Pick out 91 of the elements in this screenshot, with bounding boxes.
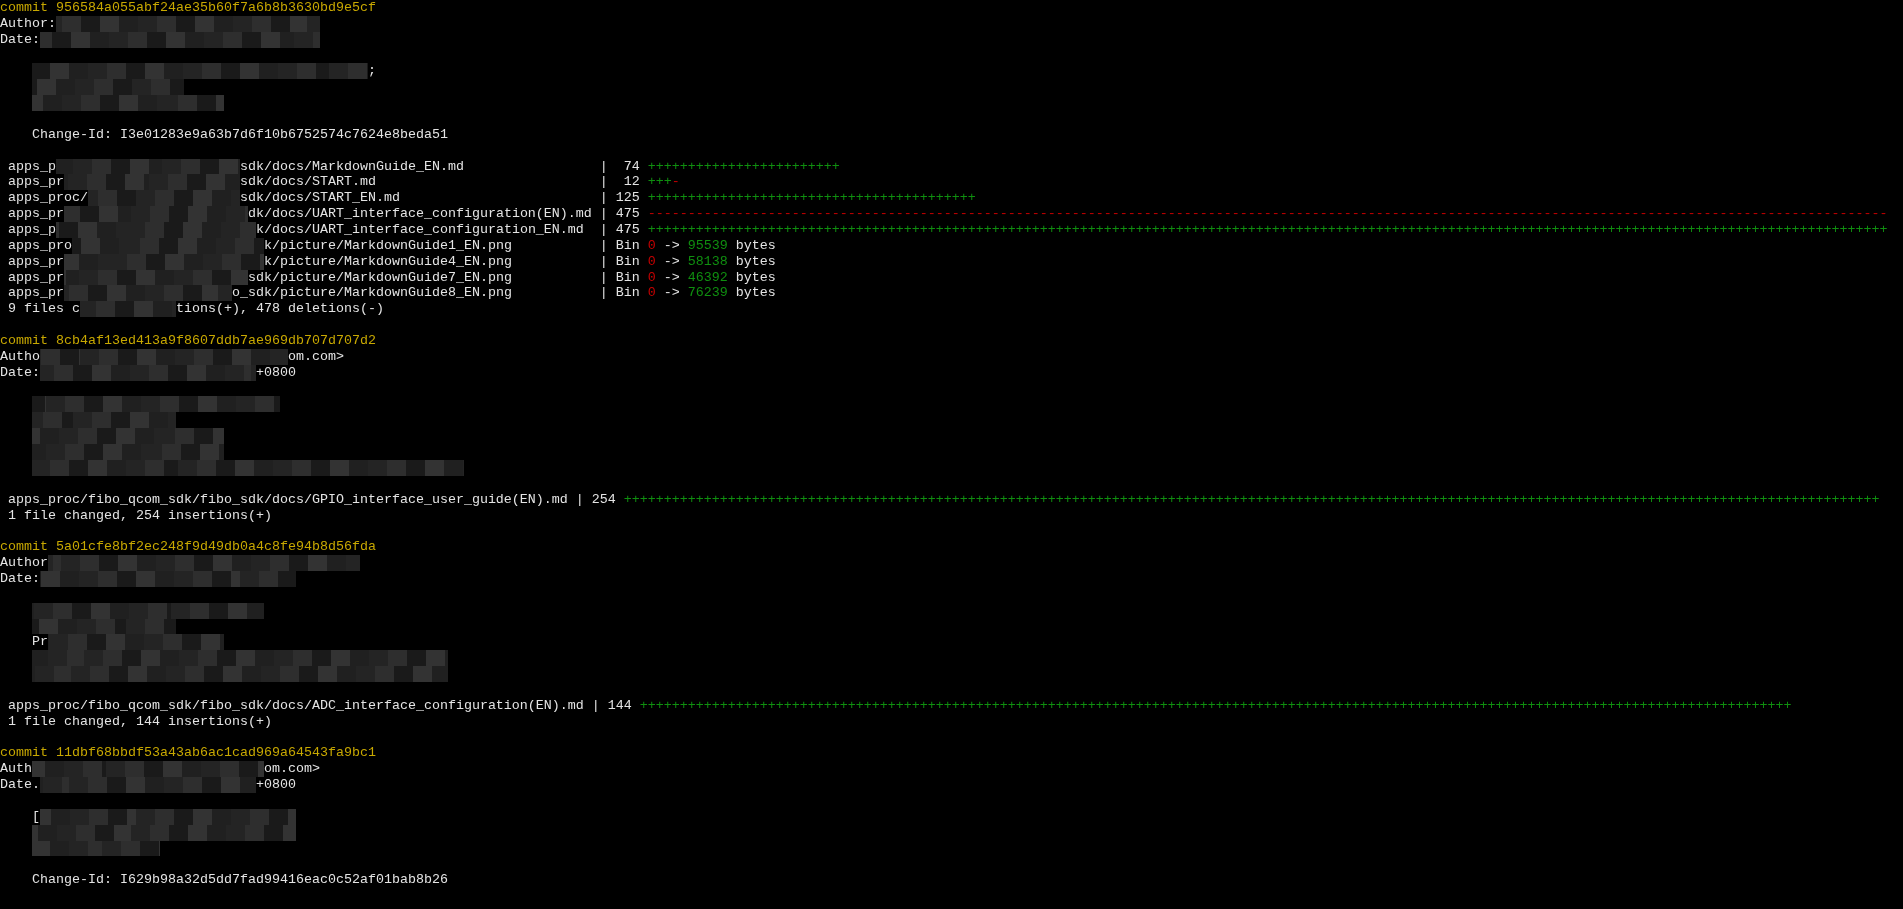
separator-text: | (575, 491, 584, 508)
change-count: 74 (622, 158, 640, 175)
terminal-text: k/picture/MarkdownGuide4_EN.png (263, 253, 512, 270)
terminal-text: Date. (0, 777, 40, 793)
terminal-text: apps_p (8, 222, 56, 238)
terminal-text: apps_pr (8, 174, 64, 191)
terminal-text: Autho (0, 348, 40, 365)
terminal-text: +0800 (255, 777, 296, 793)
change-count: 125 (615, 190, 640, 207)
terminal-text: dk/docs/UART_interface_configuration(EN).md (247, 206, 592, 223)
terminal-text: Auth (0, 761, 32, 778)
separator-text: | (591, 697, 600, 714)
change-count: 254 (591, 491, 616, 508)
change-count: 144 (607, 697, 632, 714)
separator-text: | (599, 222, 608, 238)
commit-line: commit 8cb4af13ed413a9f8607ddb7ae969db707d707d2 (0, 333, 376, 349)
separator-text: | (599, 269, 608, 286)
terminal-text: 9 files c (8, 301, 80, 318)
terminal-text: k/picture/MarkdownGuide1_EN.png (263, 237, 512, 254)
removed-text: ----------------------------------------------------------------------------------------------------------------------------------------------------------- (647, 206, 1888, 222)
removed-text: 0 (647, 285, 656, 301)
removed-text: 0 (647, 253, 656, 269)
commit-line: commit 5a01cfe8bf2ec248f9d49db0a4c8fe94b8d56fda (0, 539, 376, 556)
terminal-text: bytes (734, 269, 776, 285)
terminal-text: Change-Id: I3e01283e9a63b7d6f10b6752574c7624e8beda51 (32, 126, 448, 143)
terminal-text: Date: (0, 31, 40, 48)
terminal-text: apps_pr (8, 269, 64, 286)
added-text: 46392 (687, 269, 728, 285)
terminal-text: bytes (734, 285, 776, 301)
terminal-text: sdk/docs/START.md (239, 174, 376, 191)
terminal-text: Author (0, 555, 48, 571)
terminal-text: apps_proc/fibo_qcom_sdk/fibo_sdk/docs/GPIO_interface_user_guide(EN).md (8, 491, 568, 508)
added-text: +++++++++++++++++++++++++++++++++++++++++ (647, 190, 976, 206)
terminal-text: -> (662, 269, 681, 285)
removed-text: 0 (647, 269, 656, 285)
terminal-text: apps_pr (8, 206, 64, 223)
terminal-text: Bin (615, 285, 641, 301)
terminal-text: 1 file changed, 144 insertions(+) (8, 713, 272, 730)
terminal-text: apps_pr (8, 285, 64, 302)
change-count: 475 (615, 222, 640, 238)
terminal-text: Change-Id: I629b98a32d5dd7fad99416eac0c52af01bab8b26 (32, 872, 448, 889)
terminal-text: tions(+), 478 deletions(-) (175, 301, 384, 318)
added-text: +++++++++++++++++++++++++++++++++++++++++++++++++++++++++++++++++++++++++++++++++++++++++++++++++++++++++++++++++++++++++++++++++++++++++++++++++++++++++++++ (623, 491, 1880, 507)
terminal-text: -> (662, 285, 681, 301)
separator-text: | (599, 285, 608, 302)
terminal-text: bytes (734, 253, 776, 269)
added-text: ++++++++++++++++++++++++ (647, 158, 840, 174)
terminal-text: -> (662, 237, 681, 253)
change-count: 12 (622, 174, 640, 191)
terminal-text: -> (662, 253, 681, 269)
separator-text: | (599, 253, 608, 270)
added-text: 76239 (687, 285, 728, 301)
terminal-text: 1 file changed, 254 insertions(+) (8, 507, 272, 524)
terminal-text: Date: (0, 570, 40, 587)
terminal-text: sdk/docs/START_EN.md (239, 190, 400, 207)
terminal-text: o_sdk/picture/MarkdownGuide8_EN.png (231, 285, 512, 302)
removed-text: - (671, 174, 680, 190)
terminal-text: apps_proc/ (8, 190, 88, 207)
terminal-text: Author: (0, 15, 56, 32)
removed-text: 0 (647, 237, 656, 253)
separator-text: | (599, 237, 608, 254)
added-text: +++ (647, 174, 672, 190)
added-text: ++++++++++++++++++++++++++++++++++++++++++++++++++++++++++++++++++++++++++++++++++++++++++++++++++++++++++++++++++++++++++++++++++++++++++++++++ (639, 697, 1792, 713)
added-text: 58138 (687, 253, 728, 269)
terminal-text: sdk/picture/MarkdownGuide7_EN.png (247, 269, 512, 286)
terminal-text: Bin (615, 237, 641, 253)
separator-text: | (599, 190, 608, 207)
terminal-text: apps_proc/fibo_qcom_sdk/fibo_sdk/docs/ADC_interface_configuration(EN).md (8, 697, 584, 714)
terminal-text: Pr (32, 634, 48, 651)
terminal-text: Bin (615, 253, 641, 269)
added-text: 95539 (687, 237, 728, 253)
terminal-text: bytes (734, 237, 776, 253)
terminal-text: om.com> (263, 761, 320, 778)
terminal-text: apps_pr (8, 253, 64, 270)
terminal-text: ; (367, 63, 376, 80)
change-count: 475 (615, 206, 640, 223)
terminal-text: sdk/docs/MarkdownGuide_EN.md (239, 158, 464, 175)
added-text: +++++++++++++++++++++++++++++++++++++++++++++++++++++++++++++++++++++++++++++++++++++++++++++++++++++++++++++++++++++++++++++++++++++++++++++++++++++++++++ (647, 222, 1888, 238)
terminal-text: [ (32, 808, 40, 825)
separator-text: | (599, 174, 608, 191)
commit-line: commit 956584a055abf24ae35b60f7a6b8b3630bd9e5cf (0, 0, 376, 16)
terminal-text: om.com> (287, 348, 344, 365)
terminal-text: apps_pro (8, 237, 72, 254)
terminal-text: Bin (615, 269, 641, 285)
terminal-text: apps_p (8, 158, 56, 175)
terminal-text: Date: (0, 364, 40, 381)
terminal-text: k/docs/UART_interface_configuration_EN.md (255, 222, 584, 238)
separator-text: | (599, 158, 608, 175)
commit-line: commit 11dbf68bbdf53a43ab6ac1cad969a64543fa9bc1 (0, 745, 376, 762)
terminal-text: +0800 (255, 364, 296, 381)
separator-text: | (599, 206, 608, 223)
